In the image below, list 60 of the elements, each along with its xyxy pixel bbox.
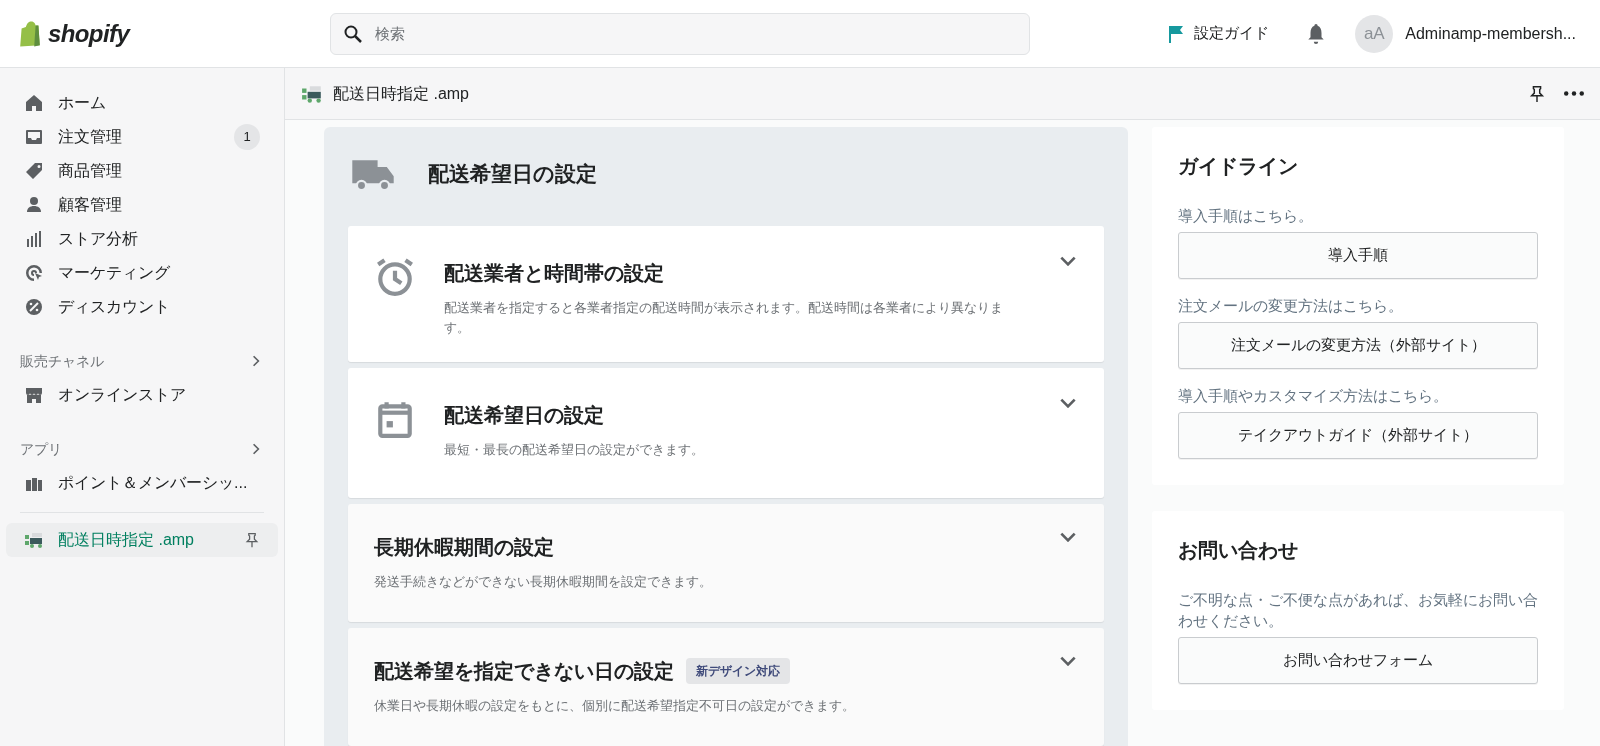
link-button[interactable]: 注文メールの変更方法（外部サイト）: [1178, 322, 1538, 369]
settings-card[interactable]: 配送希望日の設定 最短・最長の配送希望日の設定ができます。: [348, 368, 1104, 498]
app-title: 配送日時指定 .amp: [333, 83, 470, 104]
nav-item[interactable]: ホーム: [6, 86, 278, 120]
nav-item[interactable]: 顧客管理: [6, 188, 278, 222]
section-heading: 販売チャネル: [20, 351, 104, 371]
link-button[interactable]: 導入手順: [1178, 232, 1538, 279]
panel-title: 配送希望日の設定: [428, 160, 597, 187]
link-button[interactable]: テイクアウトガイド（外部サイト）: [1178, 412, 1538, 459]
chevron-down-icon: [1060, 532, 1076, 542]
card-title: ガイドライン: [1178, 154, 1299, 179]
search-icon: [343, 23, 363, 44]
store-icon: [24, 385, 44, 405]
account-name[interactable]: Adminamp-membersh...: [1405, 21, 1576, 46]
chevron-down-icon: [1060, 656, 1076, 666]
home-icon: [24, 93, 44, 113]
person-icon: [24, 195, 44, 215]
settings-card[interactable]: 配送希望を指定できない日の設定 新デザイン対応 休業日や長期休暇の設定をもとに、個別に配送希望指定不可日の設定ができます。: [348, 628, 1104, 746]
nav-item[interactable]: オンラインストア: [6, 378, 278, 412]
help-text: 導入手順やカスタマイズ方法はこちら。: [1178, 386, 1449, 406]
nav-item[interactable]: ディスカウント: [6, 290, 278, 324]
nav-item[interactable]: 注文管理 1: [6, 120, 278, 154]
truck-app-icon: [24, 530, 44, 550]
card-title: 長期休暇期間の設定: [374, 535, 554, 560]
card-title: 配送希望を指定できない日の設定: [374, 659, 674, 684]
card-title: 配送希望日の設定: [444, 403, 604, 428]
count-badge: 1: [234, 124, 260, 150]
card-description: 発送手続きなどができない長期休暇期間を設定できます。: [374, 573, 713, 591]
nav-item[interactable]: マーケティング: [6, 256, 278, 290]
settings-card[interactable]: 配送業者と時間帯の設定 配送業者を指定すると各業者指定の配送時間が表示されます。配送時間は各業者により異なります。: [348, 226, 1104, 362]
pin-icon: [1528, 84, 1546, 103]
section-heading: アプリ: [20, 439, 62, 459]
help-text: 注文メールの変更方法はこちら。: [1178, 296, 1404, 316]
chevron-down-icon: [1060, 256, 1076, 267]
alarm-clock-icon: [374, 256, 416, 299]
help-text: ご不明な点・ご不便な点があれば、お気軽にお問い合わせください。: [1178, 590, 1538, 631]
nav-item[interactable]: ストア分析: [6, 222, 278, 256]
setup-guide-link[interactable]: 設定ガイド: [1194, 22, 1270, 45]
help-text: 導入手順はこちら。: [1178, 206, 1314, 226]
card-title: お問い合わせ: [1178, 538, 1299, 563]
search-field[interactable]: 検索: [330, 12, 1030, 55]
tag-icon: [24, 161, 44, 181]
inbox-icon: [24, 127, 44, 147]
status-badge: 新デザイン対応: [686, 658, 790, 684]
nav-item[interactable]: 配送日時指定 .amp: [6, 523, 278, 557]
card-description: 休業日や長期休暇の設定をもとに、個別に配送希望指定不可日の設定ができます。: [374, 697, 856, 715]
more-icon: [1564, 91, 1584, 96]
link-button[interactable]: お問い合わせフォーム: [1178, 637, 1538, 684]
nav-item[interactable]: ポイント＆メンバーシッ...: [6, 466, 278, 500]
card-description: 配送業者を指定すると各業者指定の配送時間が表示されます。配送時間は各業者により異なります。: [444, 299, 1004, 338]
discount-icon: [24, 297, 44, 317]
card-title: 配送業者と時間帯の設定: [444, 261, 664, 287]
chevron-down-icon: [1060, 398, 1076, 408]
target-icon: [24, 263, 44, 283]
logo-text: shopify: [48, 18, 130, 49]
card-description: 最短・最長の配送希望日の設定ができます。: [444, 441, 705, 459]
pin-icon: [244, 532, 260, 548]
bar-chart-icon: [24, 229, 44, 249]
settings-card[interactable]: 長期休暇期間の設定 発送手続きなどができない長期休暇期間を設定できます。: [348, 504, 1104, 622]
nav-item[interactable]: 商品管理: [6, 154, 278, 188]
